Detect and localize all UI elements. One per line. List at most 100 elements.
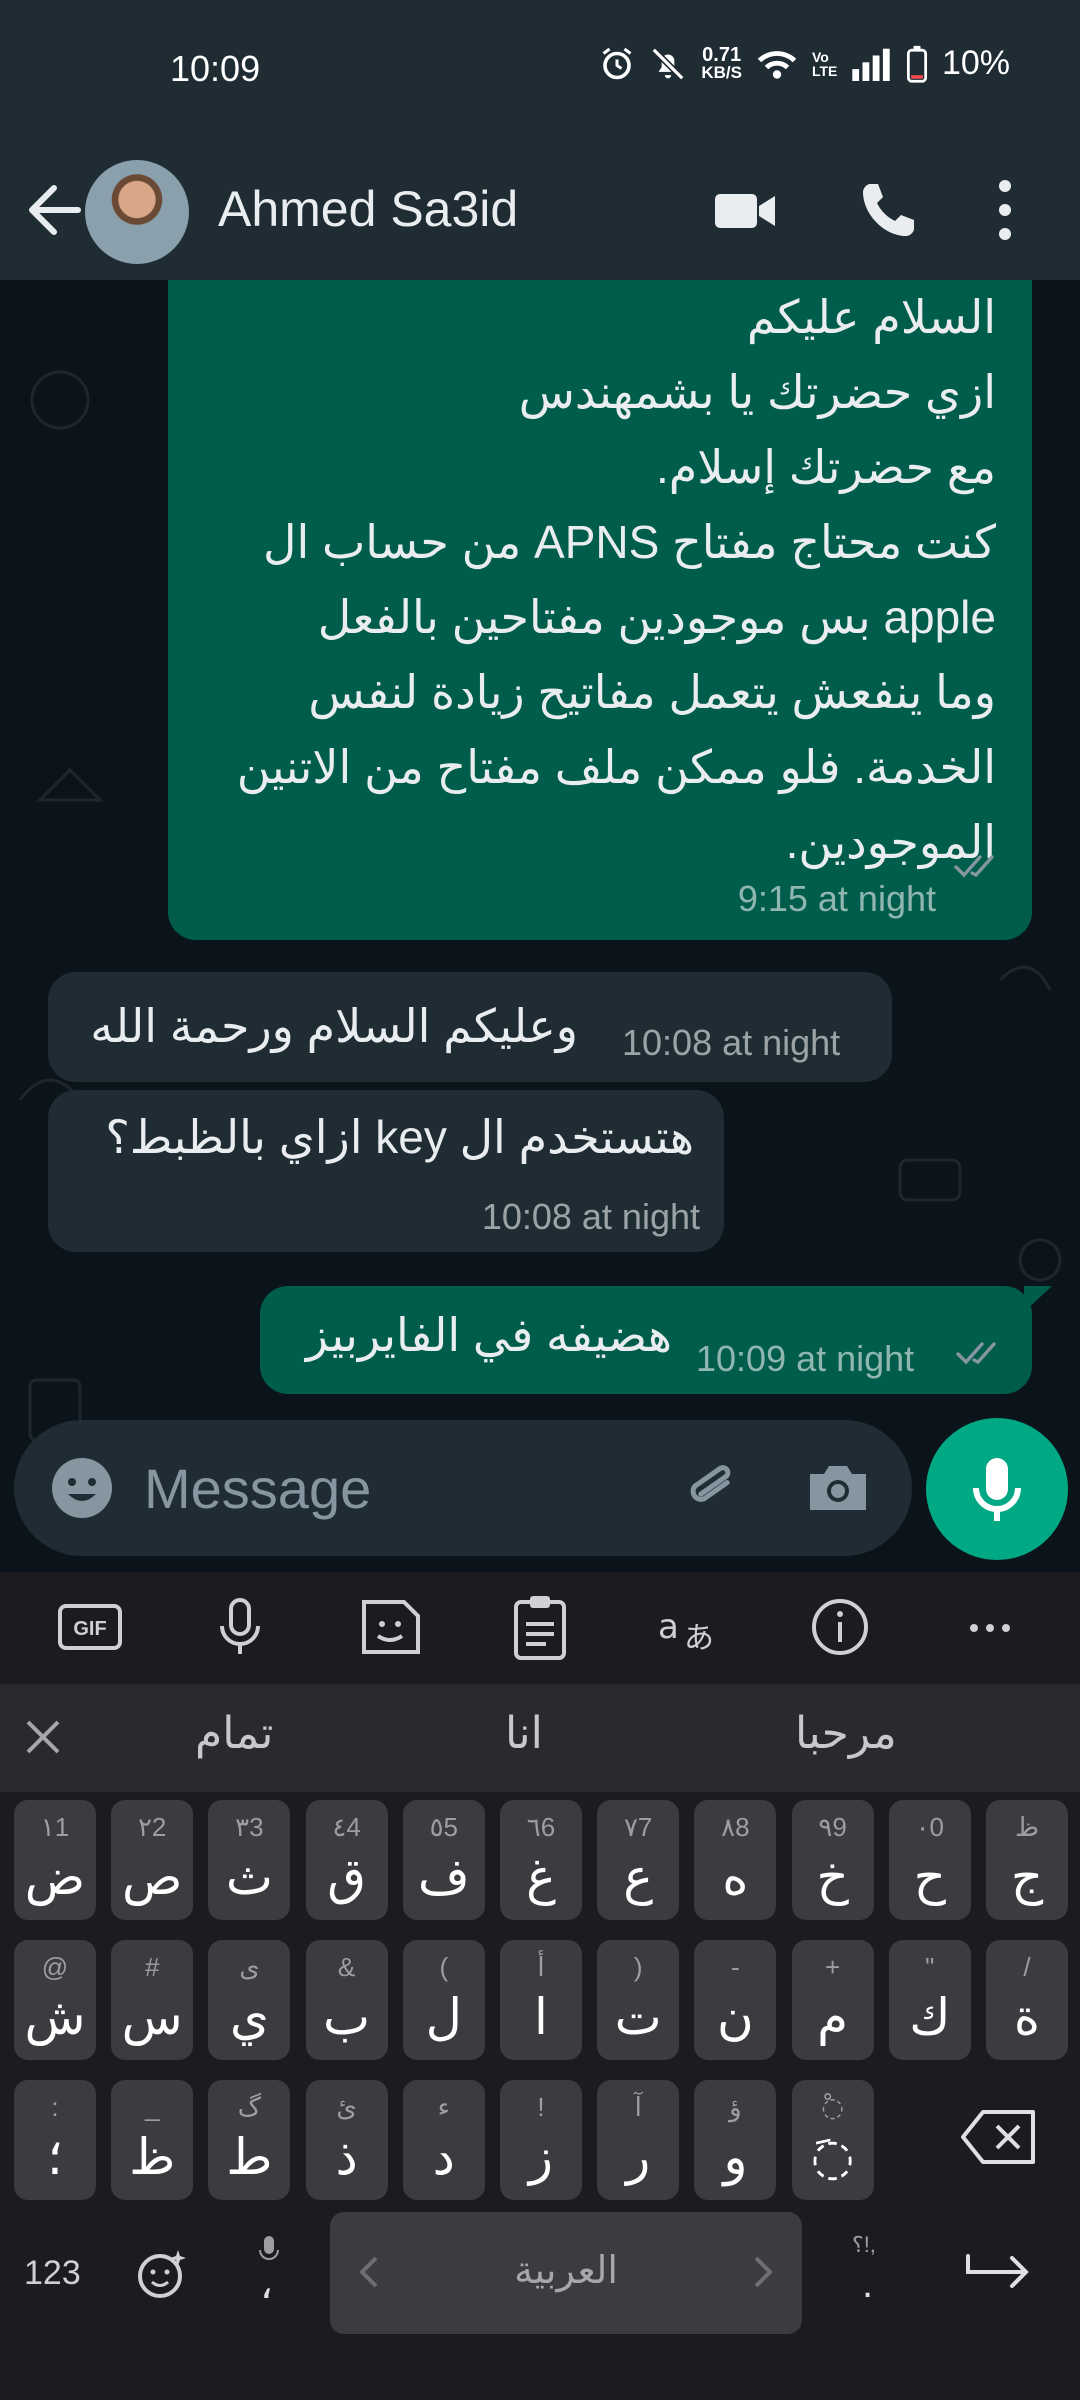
volte-label: Vo LTE: [811, 48, 838, 79]
video-call-icon[interactable]: [705, 170, 785, 250]
comma-key[interactable]: ،: [260, 2262, 273, 2308]
voice-call-icon[interactable]: [848, 170, 928, 250]
attach-icon[interactable]: [674, 1450, 750, 1526]
key-label: ح: [913, 1849, 946, 1905]
message-bubble-incoming[interactable]: وعليكم السلام ورحمة الله 10:08 at night: [48, 972, 892, 1082]
key-hint: ◌ْ: [821, 2092, 844, 2122]
keyboard-key[interactable]: -ن: [694, 1940, 777, 2060]
key-hint: !: [537, 2092, 545, 2122]
keyboard-key[interactable]: _ ظ: [111, 2080, 194, 2200]
close-suggestions-icon[interactable]: [18, 1712, 68, 1762]
keyboard-key[interactable]: ٤4 ق: [305, 1800, 388, 1920]
key-hint: ٧7: [623, 1812, 653, 1842]
message-bubble-outgoing[interactable]: السلام عليكم ازي حضرتك يا بشمهندس مع حضر…: [168, 280, 1032, 940]
keyboard-key[interactable]: " ك: [888, 1940, 971, 2060]
voice-input-icon[interactable]: [200, 1592, 280, 1662]
sticker-icon[interactable]: [350, 1592, 430, 1662]
suggestion-item[interactable]: انا: [505, 1708, 543, 1759]
chevron-right-icon: [754, 2256, 773, 2288]
key-hint: أ: [537, 1952, 545, 1982]
clipboard-icon[interactable]: [500, 1592, 580, 1662]
backspace-icon[interactable]: [955, 2102, 1045, 2172]
keyboard-key[interactable]: ! ز: [500, 2080, 582, 2200]
keyboard-key[interactable]: أا: [500, 1940, 582, 2060]
keyboard-key[interactable]: ءد: [402, 2080, 485, 2200]
keyboard: GIF aあ تمام انا مرحبا ١1 ض ٢2 ص ٣3 ث ٤4 ق ٥5 ف ٦6 غ…: [0, 1572, 1080, 2400]
contact-name[interactable]: Ahmed Sa3id: [218, 180, 518, 238]
key-label: د: [432, 2129, 455, 2185]
keyboard-key[interactable]: ٥5 ف: [402, 1800, 485, 1920]
key-label: ل: [425, 1989, 462, 2045]
keyboard-key[interactable]: ١1 ض: [14, 1800, 96, 1920]
info-icon[interactable]: [800, 1592, 880, 1662]
space-key[interactable]: العربية: [330, 2212, 802, 2334]
key-label: ص: [121, 1849, 183, 1905]
key-hint: ؤ: [729, 2092, 742, 2122]
gif-icon[interactable]: GIF: [50, 1592, 130, 1662]
keyboard-key[interactable]: ) ت: [597, 1940, 680, 2060]
key-label: ة: [1013, 1989, 1041, 2045]
keyboard-key[interactable]: آر: [597, 2080, 680, 2200]
period-key[interactable]: .: [862, 2262, 873, 2307]
keyboard-key[interactable]: ٣3 ث: [208, 1800, 291, 1920]
message-text: هتستخدم ال key ازاي بالظبط؟: [74, 1100, 694, 1175]
keyboard-key[interactable]: ٠0 ح: [888, 1800, 971, 1920]
keyboard-key[interactable]: @ ش: [14, 1940, 96, 2060]
key-hint: ٨8: [721, 1812, 750, 1842]
key-label: ك: [909, 1989, 951, 2045]
signal-icon: [852, 48, 890, 81]
key-hint: گ: [237, 2092, 262, 2122]
suggestion-item[interactable]: تمام: [195, 1708, 273, 1759]
svg-text:あ: あ: [684, 1621, 714, 1656]
more-icon[interactable]: [950, 1592, 1030, 1662]
keyboard-key[interactable]: ظج: [986, 1800, 1068, 1920]
suggestion-item[interactable]: مرحبا: [795, 1708, 897, 1759]
keyboard-key[interactable]: ٨8 ه: [694, 1800, 777, 1920]
keyboard-key[interactable]: ىي: [208, 1940, 291, 2060]
message-input[interactable]: [144, 1450, 644, 1526]
keyboard-key[interactable]: + م: [791, 1940, 874, 2060]
keyboard-key[interactable]: # س: [111, 1940, 194, 2060]
keyboard-key[interactable]: : ؛: [14, 2080, 96, 2200]
battery-icon: [906, 45, 927, 83]
key-hint: ٢2: [137, 1812, 167, 1842]
voice-record-button[interactable]: [926, 1418, 1068, 1560]
message-bubble-incoming[interactable]: هتستخدم ال key ازاي بالظبط؟ 10:08 at nig…: [48, 1090, 724, 1252]
message-bubble-outgoing[interactable]: هضيفه في الفايربيز 10:09 at night: [260, 1286, 1032, 1394]
keyboard-key[interactable]: & ب: [305, 1940, 388, 2060]
back-arrow-icon[interactable]: [20, 170, 90, 250]
keyboard-key[interactable]: ئذ: [305, 2080, 388, 2200]
key-label: خ: [816, 1849, 849, 1905]
keyboard-key[interactable]: گط: [208, 2080, 291, 2200]
keyboard-key[interactable]: (ل: [402, 1940, 485, 2060]
key-label: ز: [528, 2129, 554, 2185]
keyboard-key[interactable]: ٢2 ص: [111, 1800, 194, 1920]
keyboard-key[interactable]: ٧7 ع: [597, 1800, 680, 1920]
key-hint: &: [337, 1952, 356, 1982]
numbers-key[interactable]: 123: [24, 2254, 81, 2293]
keyboard-key[interactable]: ؤو: [694, 2080, 777, 2200]
key-label: و: [723, 2129, 748, 2185]
key-hint: _: [144, 2092, 160, 2122]
keyboard-toolbar: GIF aあ: [0, 1572, 1080, 1682]
keyboard-key[interactable]: ٦6 غ: [500, 1800, 582, 1920]
net-speed: 0.71 KB/S: [701, 45, 742, 82]
space-key-label: العربية: [514, 2250, 618, 2292]
key-label: ه: [722, 1849, 749, 1905]
emoji-icon[interactable]: [44, 1450, 120, 1526]
chat-area[interactable]: السلام عليكم ازي حضرتك يا بشمهندس مع حضر…: [0, 280, 1080, 1572]
message-time: 9:15 at night: [737, 878, 936, 919]
keyboard-key[interactable]: ◌ْ ◌َ: [791, 2080, 874, 2200]
translate-icon[interactable]: aあ: [650, 1592, 730, 1662]
message-time: 10:08 at night: [481, 1196, 700, 1237]
svg-text:GIF: GIF: [73, 1618, 106, 1640]
more-options-icon[interactable]: [975, 170, 1035, 250]
contact-avatar[interactable]: [85, 160, 189, 264]
keyboard-key[interactable]: / ة: [986, 1940, 1068, 2060]
key-label: ط: [226, 2129, 273, 2185]
camera-icon[interactable]: [800, 1450, 876, 1526]
message-line: هتستخدم ال key ازاي بالظبط؟: [105, 1111, 694, 1163]
emoji-key-icon[interactable]: [132, 2244, 192, 2304]
enter-icon[interactable]: [960, 2244, 1040, 2304]
keyboard-key[interactable]: ٩9 خ: [791, 1800, 874, 1920]
